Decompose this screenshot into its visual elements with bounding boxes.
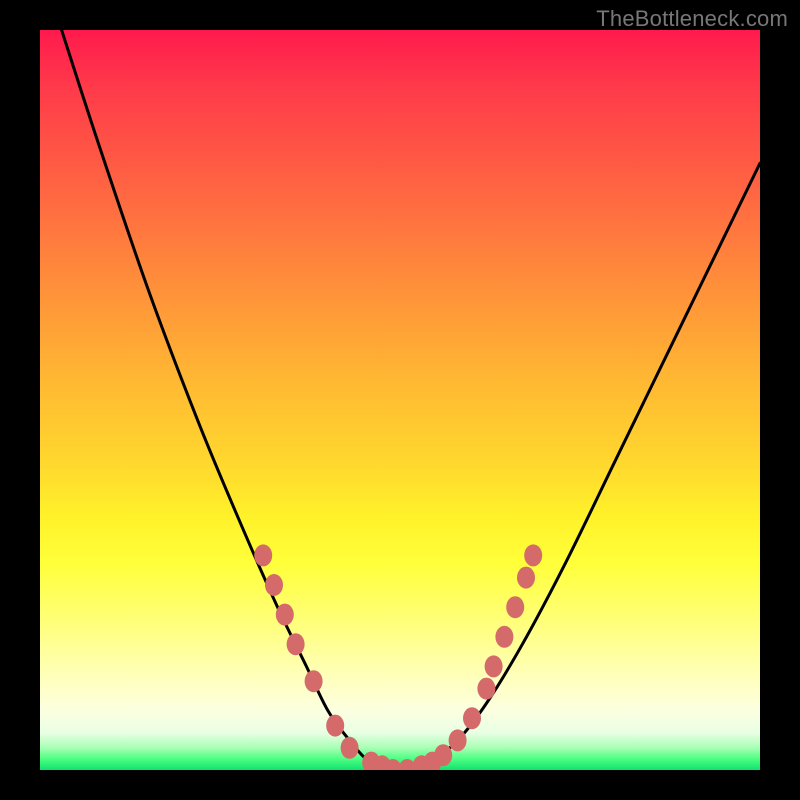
curve-path [62, 30, 760, 770]
chart-svg [40, 30, 760, 770]
data-marker [449, 729, 467, 751]
data-marker [517, 567, 535, 589]
data-marker [463, 707, 481, 729]
data-marker [254, 544, 272, 566]
chart-frame: TheBottleneck.com [0, 0, 800, 800]
data-marker [276, 604, 294, 626]
data-marker [477, 678, 495, 700]
data-marker [485, 655, 503, 677]
plot-area [40, 30, 760, 770]
data-marker [434, 744, 452, 766]
data-marker [495, 626, 513, 648]
marker-group [254, 544, 542, 770]
data-marker [341, 737, 359, 759]
data-marker [287, 633, 305, 655]
data-marker [265, 574, 283, 596]
data-marker [305, 670, 323, 692]
watermark-text: TheBottleneck.com [596, 6, 788, 32]
data-marker [524, 544, 542, 566]
data-marker [506, 596, 524, 618]
data-marker [326, 715, 344, 737]
